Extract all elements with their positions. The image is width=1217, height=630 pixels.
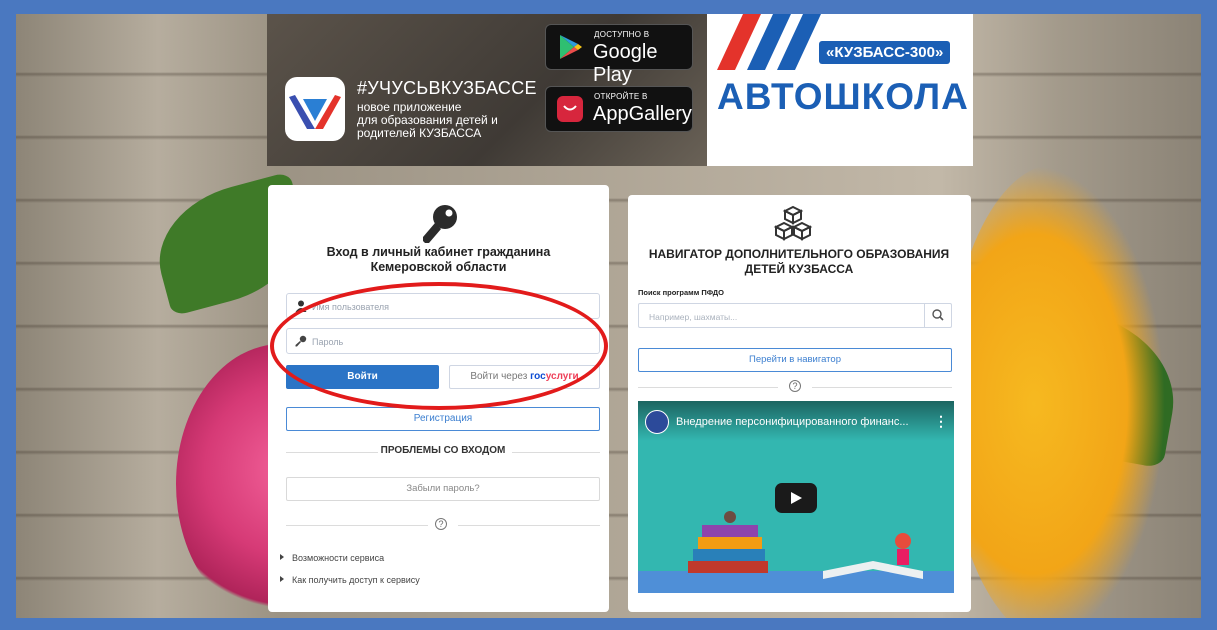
- divider-line: [458, 525, 600, 526]
- triangle-right-icon: [280, 576, 284, 582]
- search-placeholder: Например, шахматы...: [649, 312, 738, 322]
- huawei-icon: [557, 96, 583, 122]
- divider-line: [812, 387, 952, 388]
- navigator-title-line: ДЕТЕЙ КУЗБАССА: [744, 262, 854, 276]
- access-howto-link[interactable]: Как получить доступ к сервису: [280, 575, 420, 585]
- background-flower-yellow: [946, 164, 1166, 618]
- channel-avatar[interactable]: [645, 410, 669, 434]
- app-subtitle-line: родителей КУЗБАССА: [357, 126, 482, 140]
- app-promo[interactable]: #УЧУСЬВКУЗБАССЕ новое приложение для обр…: [267, 14, 707, 166]
- search-label: Поиск программ ПФДО: [638, 288, 724, 297]
- play-icon: [791, 492, 802, 504]
- key-icon: [423, 205, 457, 243]
- google-play-caption: ДОСТУПНО В: [594, 30, 650, 39]
- service-features-link[interactable]: Возможности сервиса: [280, 553, 384, 563]
- app-title: #УЧУСЬВКУЗБАССЕ: [357, 78, 537, 98]
- link-label: Как получить доступ к сервису: [292, 575, 420, 585]
- books-illustration: [688, 511, 768, 573]
- navigator-title-line: НАВИГАТОР ДОПОЛНИТЕЛЬНОГО ОБРАЗОВАНИЯ: [648, 247, 950, 261]
- problems-heading: ПРОБЛЕМЫ СО ВХОДОМ: [380, 445, 506, 456]
- app-subtitle: новое приложение для образования детей и…: [357, 101, 537, 140]
- google-play-icon: [560, 35, 582, 59]
- autoschool-title: АВТОШКОЛА: [717, 76, 969, 117]
- autoschool-promo[interactable]: «КУЗБАСС-300» АВТОШКОЛА: [707, 14, 973, 166]
- highlight-oval: [270, 282, 608, 410]
- google-play-button[interactable]: ДОСТУПНО В Google Play: [545, 24, 693, 86]
- triangle-right-icon: [280, 554, 284, 560]
- login-title: Вход в личный кабинет гражданина Кемеров…: [288, 245, 589, 275]
- appgallery-caption: ОТКРОЙТЕ В: [594, 92, 648, 101]
- register-button[interactable]: Регистрация: [286, 407, 600, 431]
- search-icon: [932, 309, 944, 321]
- login-title-line: Кемеровской области: [370, 260, 507, 274]
- google-play-label: Google Play: [593, 41, 658, 86]
- video-player[interactable]: Внедрение персонифицированного финанс...…: [638, 401, 954, 593]
- problems-divider: ПРОБЛЕМЫ СО ВХОДОМ: [286, 445, 600, 459]
- help-icon[interactable]: ?: [789, 380, 801, 392]
- video-title[interactable]: Внедрение персонифицированного финанс...: [676, 416, 909, 428]
- play-button[interactable]: [775, 483, 817, 513]
- app-logo-icon: [285, 77, 345, 141]
- autoschool-badge: «КУЗБАСС-300»: [819, 41, 951, 64]
- appgallery-button[interactable]: ОТКРОЙТЕ В AppGallery: [545, 86, 693, 132]
- forgot-password-button[interactable]: Забыли пароль?: [286, 477, 600, 501]
- appgallery-label: AppGallery: [593, 103, 692, 125]
- divider-line: [286, 525, 428, 526]
- search-button[interactable]: [924, 304, 951, 327]
- open-book-illustration: [823, 533, 923, 579]
- cubes-icon: [773, 205, 813, 241]
- help-icon[interactable]: ?: [435, 518, 447, 530]
- autoschool-logo-icon: [717, 14, 821, 70]
- navigator-panel: НАВИГАТОР ДОПОЛНИТЕЛЬНОГО ОБРАЗОВАНИЯ ДЕ…: [628, 195, 971, 612]
- navigator-title: НАВИГАТОР ДОПОЛНИТЕЛЬНОГО ОБРАЗОВАНИЯ ДЕ…: [638, 247, 960, 277]
- more-options-icon[interactable]: ⋮: [934, 413, 948, 430]
- program-search-input[interactable]: Например, шахматы...: [638, 303, 952, 328]
- go-to-navigator-button[interactable]: Перейти в навигатор: [638, 348, 952, 372]
- divider-line: [638, 387, 778, 388]
- promo-banner[interactable]: #УЧУСЬВКУЗБАССЕ новое приложение для обр…: [267, 14, 973, 166]
- login-title-line: Вход в личный кабинет гражданина: [326, 245, 551, 259]
- link-label: Возможности сервиса: [292, 553, 385, 563]
